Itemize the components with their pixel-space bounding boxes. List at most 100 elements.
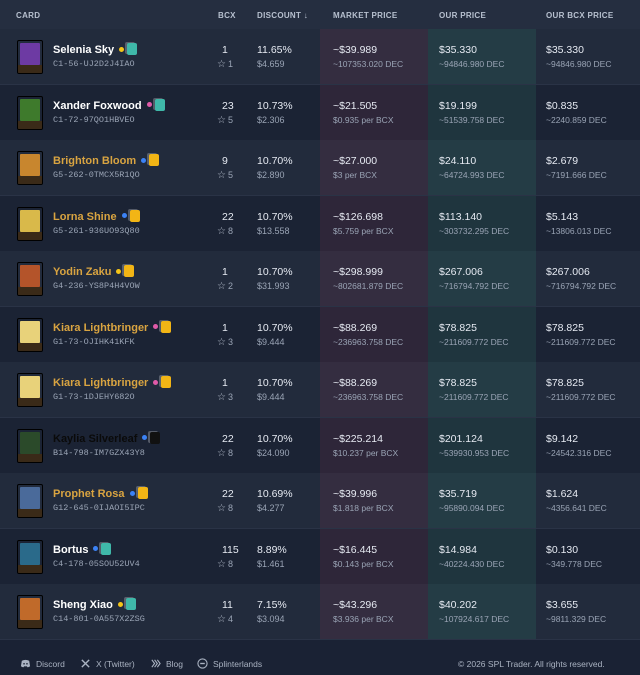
blog-icon xyxy=(151,659,161,668)
table-row[interactable]: Selenia Sky C1-56-UJ2D2J4IAO 1 ☆ 1 11.65% $4.6… xyxy=(0,29,640,85)
card-art xyxy=(20,209,40,232)
card-thumbnail[interactable] xyxy=(17,595,43,629)
footer: Discord X (Twitter) Blog Splinterlands ©… xyxy=(0,650,640,675)
card-name[interactable]: Selenia Sky xyxy=(53,43,138,56)
card-thumbnail[interactable] xyxy=(17,95,43,130)
card-art xyxy=(20,598,40,620)
our-price-sub: ~95890.094 DEC xyxy=(439,503,505,513)
bcx-count: 22 xyxy=(222,488,234,500)
table-row[interactable]: Kiara Lightbringer G1-73-OJIHK41KFK 1 ☆ 3 10.… xyxy=(0,306,640,363)
bcx-count: 1 xyxy=(222,377,228,389)
card-name-text: Kiara Lightbringer xyxy=(53,377,149,389)
our-bcx-price-sub: ~2240.859 DEC xyxy=(546,114,607,125)
card-uid: G4-236-YS8P4H4VOW xyxy=(53,281,140,291)
table-row[interactable]: Kiara Lightbringer G1-73-1DJEHY682O 1 ☆ 3 10.… xyxy=(0,362,640,418)
card-thumbnail[interactable] xyxy=(17,484,43,518)
card-name[interactable]: Kiara Lightbringer xyxy=(53,320,172,334)
card-thumbnail[interactable] xyxy=(17,317,43,352)
card-name[interactable]: Yodin Zaku xyxy=(53,265,135,278)
table-row[interactable]: Kaylia Silverleaf B14-798-IM7GZX43Y8 22 ☆ 8 1… xyxy=(0,417,640,474)
card-thumbnail[interactable] xyxy=(17,373,43,407)
card-thumbnail[interactable] xyxy=(17,40,43,74)
rarity-dot-icon xyxy=(142,435,148,441)
card-frame-band xyxy=(18,620,42,628)
card-name[interactable]: Sheng Xiao xyxy=(53,598,136,611)
table-row[interactable]: Bortus C4-178-05SOU52UV4 115 ☆ 8 8.89% $1.461 ~… xyxy=(0,528,640,585)
discord-icon xyxy=(20,660,31,668)
bcx-count: 23 xyxy=(222,99,234,112)
card-thumbnail[interactable] xyxy=(17,151,43,185)
our-price: $40.202 xyxy=(439,599,477,611)
market-price-sub: ~236963.758 DEC xyxy=(333,336,404,347)
our-price-cell-bg xyxy=(428,362,536,417)
bcx-count: 22 xyxy=(222,210,234,223)
card-level-value: 5 xyxy=(227,114,233,125)
column-header-our-price[interactable]: OUR PRICE xyxy=(439,11,486,20)
card-frame-band xyxy=(18,120,42,129)
table-row[interactable]: Brighton Bloom G5-262-0TMCX5R1QO 9 ☆ 5 10.70%… xyxy=(0,140,640,196)
table-row[interactable]: Sheng Xiao C14-801-0A557X2ZSG 11 ☆ 4 7.15% $3.… xyxy=(0,584,640,640)
column-header-our-bcx-price[interactable]: OUR BCX PRICE xyxy=(546,11,613,20)
table-row[interactable]: Lorna Shine G5-261-936UO93Q80 22 ☆ 8 10.70% $1… xyxy=(0,195,640,252)
table-row[interactable]: Prophet Rosa G12-645-0IJAOI5IPC 22 ☆ 8 10.69%… xyxy=(0,473,640,529)
market-price-cell-bg xyxy=(320,306,428,362)
discount-percent: 10.70% xyxy=(257,155,293,167)
card-thumbnail[interactable] xyxy=(17,262,43,296)
card-name[interactable]: Brighton Bloom xyxy=(53,154,160,167)
card-thumbnail[interactable] xyxy=(17,206,43,241)
column-header-discount[interactable]: DISCOUNT ↓ xyxy=(257,11,308,20)
discount-amount: $3.094 xyxy=(257,614,285,624)
card-uid: G5-261-936UO93Q80 xyxy=(53,225,140,236)
market-price-cell-bg xyxy=(320,84,428,140)
market-price-cell-bg xyxy=(320,362,428,417)
discount-amount: $1.461 xyxy=(257,558,285,569)
card-level: ☆ 8 xyxy=(217,559,233,570)
card-name-text: Prophet Rosa xyxy=(53,488,125,500)
our-bcx-price: $35.330 xyxy=(546,44,584,56)
card-name-text: Yodin Zaku xyxy=(53,266,112,278)
rarity-dot-icon xyxy=(117,601,123,607)
column-header-card[interactable]: CARD xyxy=(16,11,40,20)
card-thumbnail[interactable] xyxy=(17,428,43,463)
our-bcx-price: $1.624 xyxy=(546,488,579,500)
card-name-text: Kaylia Silverleaf xyxy=(53,432,138,445)
table-row[interactable]: Xander Foxwood C1-72-97QO1HBVEO 23 ☆ 5 10.73%… xyxy=(0,84,640,141)
our-price-cell-bg xyxy=(428,584,536,639)
card-name[interactable]: Bortus xyxy=(53,542,112,556)
card-thumbnail[interactable] xyxy=(17,539,43,574)
bcx-count: 11 xyxy=(222,599,233,611)
market-price-cell-bg xyxy=(320,195,428,251)
column-header-market-price[interactable]: MARKET PRICE xyxy=(333,11,398,20)
our-price-sub: ~303732.295 DEC xyxy=(439,225,510,236)
bcx-count: 1 xyxy=(222,266,228,278)
card-art xyxy=(20,154,40,176)
column-header-bcx[interactable]: BCX xyxy=(218,11,236,20)
card-name[interactable]: Prophet Rosa xyxy=(53,487,148,500)
card-art xyxy=(20,320,40,343)
discount-percent: 10.70% xyxy=(257,432,293,445)
footer-link-blog[interactable]: Blog xyxy=(150,659,183,670)
star-icon: ☆ xyxy=(217,114,226,126)
table-row[interactable]: Yodin Zaku G4-236-YS8P4H4VOW 1 ☆ 2 10.70% $31.… xyxy=(0,251,640,307)
star-icon: ☆ xyxy=(217,447,226,459)
our-price-cell-bg xyxy=(428,528,536,584)
card-name[interactable]: Lorna Shine xyxy=(53,209,140,223)
card-frame-band xyxy=(18,453,42,462)
card-level: ☆ 4 xyxy=(217,614,233,625)
footer-link-splinterlands[interactable]: Splinterlands xyxy=(197,658,262,670)
card-name[interactable]: Kiara Lightbringer xyxy=(53,376,172,389)
market-price: ~$88.269 xyxy=(333,321,378,334)
footer-link-discord[interactable]: Discord xyxy=(20,659,65,670)
card-uid: C14-801-0A557X2ZSG xyxy=(53,614,145,624)
card-name[interactable]: Kaylia Silverleaf xyxy=(53,431,161,445)
card-name[interactable]: Xander Foxwood xyxy=(53,98,165,112)
market-price: ~$39.996 xyxy=(333,488,378,500)
market-price: ~$225.214 xyxy=(333,432,383,445)
card-frame-band xyxy=(18,564,42,573)
card-level: ☆ 5 xyxy=(217,170,233,181)
our-bcx-price-sub: ~4356.641 DEC xyxy=(546,503,607,513)
our-price: $113.140 xyxy=(439,210,483,223)
card-frame-band xyxy=(18,231,42,240)
footer-link-twitter[interactable]: X (Twitter) xyxy=(80,659,135,670)
card-art xyxy=(20,376,40,398)
